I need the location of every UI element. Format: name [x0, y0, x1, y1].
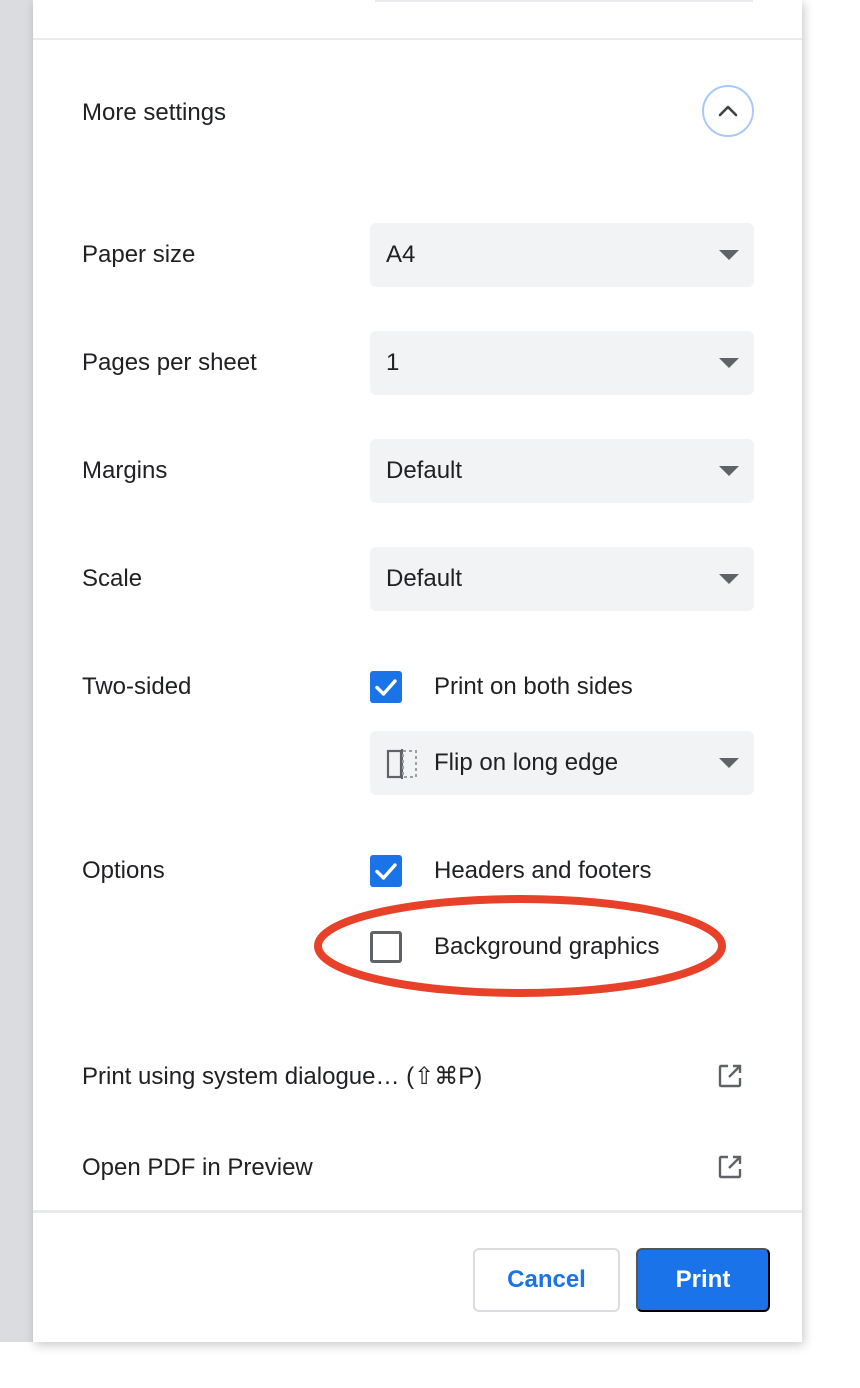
headers-footers-label: Headers and footers	[434, 857, 652, 884]
dropdown-arrow-icon	[719, 466, 739, 476]
print-both-sides-label: Print on both sides	[434, 673, 633, 700]
paper-size-label: Paper size	[82, 241, 196, 268]
margins-select[interactable]: Default	[370, 439, 754, 503]
margins-label: Margins	[82, 457, 168, 484]
more-settings-toggle-button[interactable]	[702, 85, 754, 137]
options-label: Options	[82, 857, 165, 884]
two-sided-label: Two-sided	[82, 673, 192, 700]
pages-per-sheet-label: Pages per sheet	[82, 349, 257, 376]
action-bar: Cancel Print	[33, 1210, 802, 1342]
pages-per-sheet-select[interactable]: 1	[370, 331, 754, 395]
background-graphics-checkbox[interactable]	[370, 931, 402, 963]
open-pdf-preview-link[interactable]: Open PDF in Preview	[82, 1153, 313, 1183]
checkmark-icon	[375, 863, 397, 880]
margins-value: Default	[386, 457, 463, 484]
dropdown-arrow-icon	[719, 758, 739, 768]
background-graphics-label: Background graphics	[434, 933, 660, 960]
dropdown-arrow-icon	[719, 574, 739, 584]
scale-select[interactable]: Default	[370, 547, 754, 611]
flip-edge-select[interactable]: Flip on long edge	[370, 731, 754, 795]
pages-per-sheet-value: 1	[386, 349, 400, 376]
preview-area-edge	[0, 0, 33, 1342]
chevron-up-icon	[718, 105, 738, 117]
flip-edge-value: Flip on long edge	[434, 749, 619, 776]
print-both-sides-checkbox[interactable]	[370, 671, 402, 703]
print-button[interactable]: Print	[636, 1248, 770, 1312]
scale-label: Scale	[82, 565, 143, 592]
previous-control-edge	[375, 0, 753, 2]
flip-long-edge-icon	[386, 749, 417, 779]
section-divider	[33, 38, 802, 40]
open-in-new-icon[interactable]	[716, 1153, 744, 1181]
open-in-new-icon[interactable]	[716, 1062, 744, 1090]
more-settings-label: More settings	[82, 99, 227, 126]
system-dialogue-link[interactable]: Print using system dialogue… (⇧⌘P)	[82, 1062, 482, 1092]
print-settings-panel: More settings Paper size A4 Pages per sh…	[33, 0, 802, 1342]
cancel-button[interactable]: Cancel	[473, 1248, 620, 1312]
checkmark-icon	[375, 679, 397, 696]
scale-value: Default	[386, 565, 463, 592]
paper-size-select[interactable]: A4	[370, 223, 754, 287]
headers-footers-checkbox[interactable]	[370, 855, 402, 887]
dropdown-arrow-icon	[719, 250, 739, 260]
dropdown-arrow-icon	[719, 358, 739, 368]
paper-size-value: A4	[386, 241, 416, 268]
